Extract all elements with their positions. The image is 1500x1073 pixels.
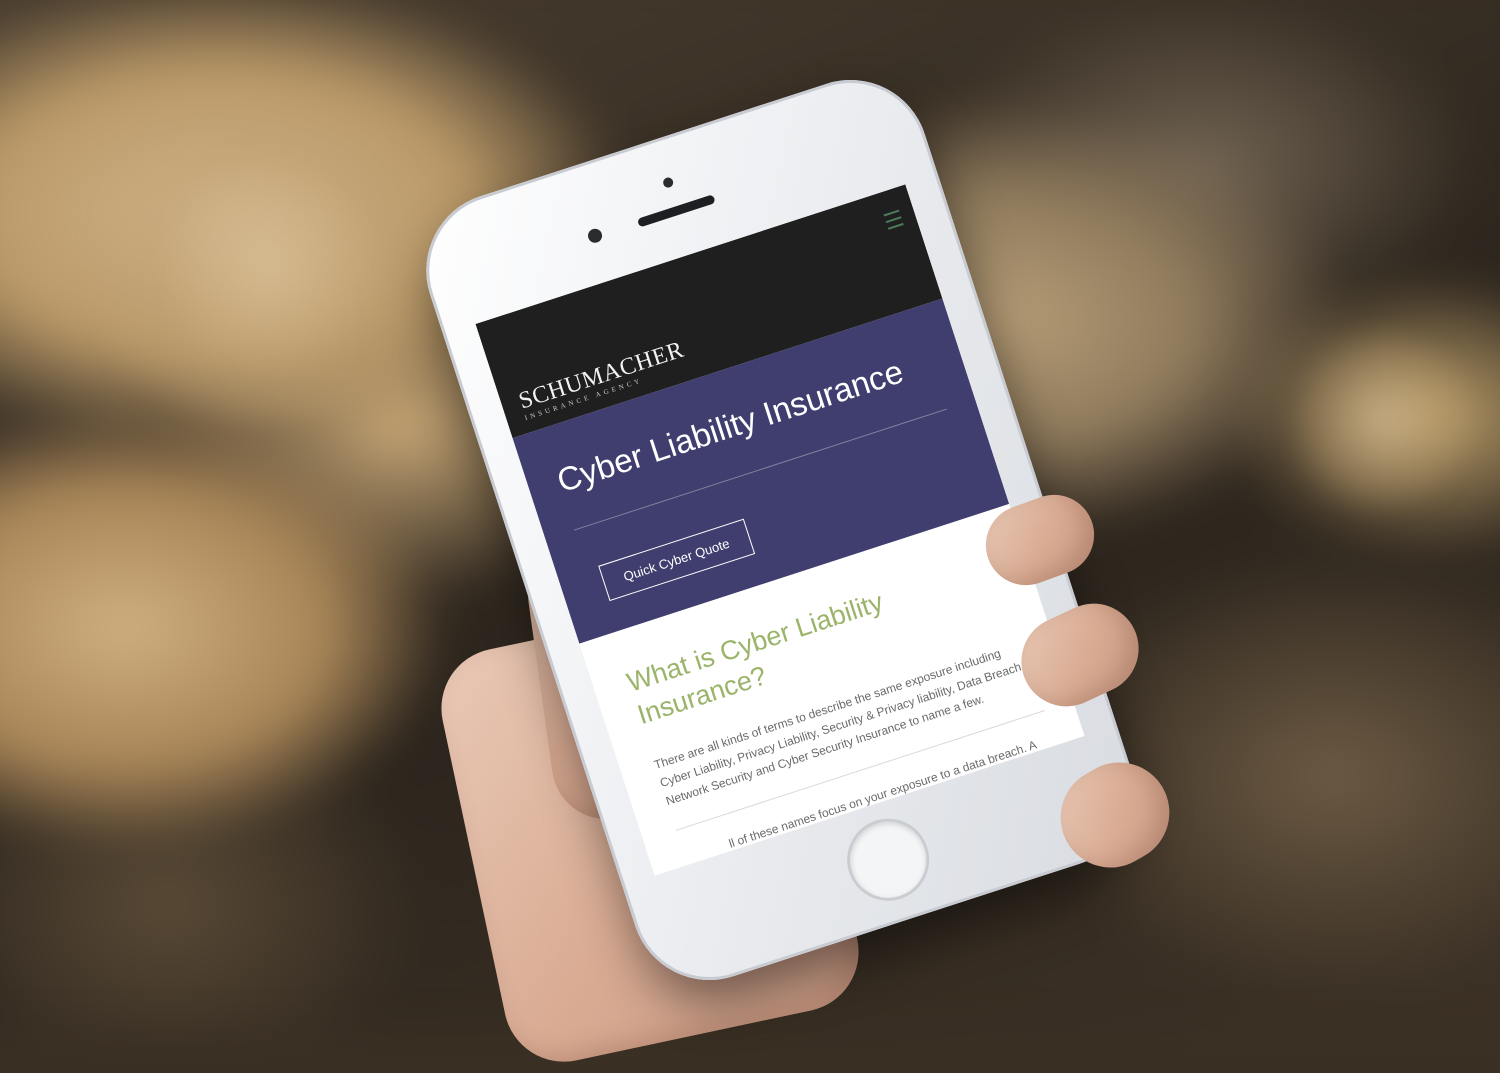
home-button[interactable] [836,808,940,912]
quick-cyber-quote-button[interactable]: Quick Cyber Quote [598,518,755,602]
hamburger-menu-icon[interactable] [883,209,904,230]
log-end-right [1280,330,1480,510]
proximity-sensor [586,226,604,245]
log-end-left [60,120,480,420]
front-camera [661,176,675,189]
earpiece-speaker [636,194,716,228]
drop-cap: A [684,843,741,876]
